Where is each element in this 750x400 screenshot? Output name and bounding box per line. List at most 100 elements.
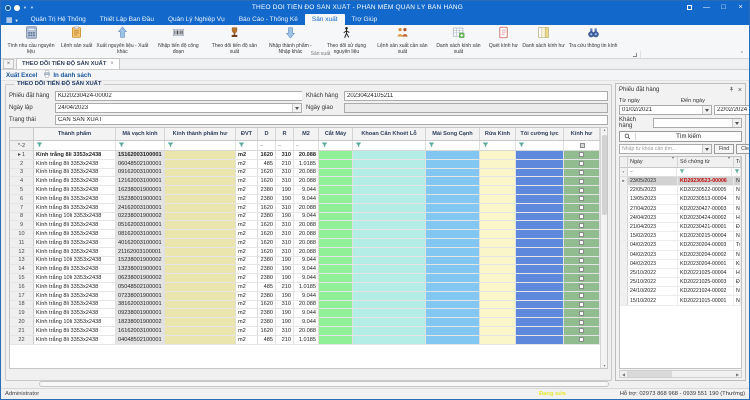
filter-cell-khoan[interactable]: [353, 141, 426, 150]
filter-cell-r[interactable]: –: [276, 141, 294, 150]
broken-glass-list-button[interactable]: Danh sách kính hư: [520, 25, 566, 52]
filter-dropdown-icon[interactable]: [671, 157, 675, 165]
list-item[interactable]: 27/04/2023KD20230427-00003Ngu: [620, 204, 741, 214]
table-row[interactable]: 19 Kính trắng 8li 3353x2438 09238001900001…: [10, 309, 600, 319]
table-row[interactable]: 17 Kính trắng 8li 3353x2438 07238001900001…: [10, 291, 600, 301]
list-item[interactable]: 04/02/2023KD20230204-00001Kh Đ: [620, 259, 741, 269]
filter-cell-mai[interactable]: [426, 141, 480, 150]
broken-glass-checkbox[interactable]: [579, 249, 584, 255]
list-item[interactable]: 04/02/2023KD20230204-00003Tú -: [620, 241, 741, 251]
close-all-tabs-button[interactable]: ×: [3, 59, 14, 69]
column-header-m2[interactable]: M2: [294, 128, 319, 140]
table-row[interactable]: 9 Kính trắng 8li 3353x2438 05162003100001 m…: [10, 221, 600, 231]
table-row[interactable]: 20 Kính trắng 10li 3353x2438 1823800190000…: [10, 318, 600, 327]
list-item[interactable]: 22/05/2023KD20230522-00005Ngu: [620, 186, 741, 196]
table-row[interactable]: 13 Kính trắng 10li 3353x2438 1523800190000…: [10, 256, 600, 266]
column-header-rua[interactable]: Rửa Kính: [480, 128, 516, 140]
broken-glass-checkbox[interactable]: [579, 310, 584, 316]
menu-tab-qu-n-l-nghi-p-v-[interactable]: Quản Lý Nghiệp Vụ: [161, 14, 232, 25]
broken-glass-checkbox[interactable]: [579, 222, 584, 228]
theme-button[interactable]: [681, 1, 698, 14]
table-row[interactable]: 12 Kính trắng 8li 3353x2438 21162003100001…: [10, 247, 600, 257]
ribbon-collapse-icon[interactable]: ^: [741, 51, 743, 57]
table-row[interactable]: 6 Kính trắng 8li 3353x2438 15238001900001 m…: [10, 194, 600, 204]
table-row[interactable]: 3 Kính trắng 8li 3353x2438 09162003100001 m…: [10, 168, 600, 178]
list-item[interactable]: 21/04/2023KD20230421-00001Đinh: [620, 222, 741, 233]
broken-glass-checkbox[interactable]: [579, 284, 584, 290]
list-item[interactable]: 13/05/2023KD20230513-00004Ngu: [620, 195, 741, 205]
filter-cell-rua[interactable]: [480, 141, 516, 150]
find-button[interactable]: Find: [714, 144, 735, 154]
filter-cell-d[interactable]: –: [258, 141, 276, 150]
filter-cell-dvt[interactable]: [236, 141, 258, 150]
broken-glass-checkbox[interactable]: [579, 169, 584, 175]
broken-glass-checkbox[interactable]: [579, 187, 584, 193]
menu-tab-b-o-c-o-th-ng-k-[interactable]: Báo Cáo - Thống Kê: [232, 14, 305, 25]
menu-tab-thi-t-l-p-ban-u[interactable]: Thiết Lập Ban Đầu: [93, 14, 161, 25]
broken-glass-checkbox[interactable]: [579, 213, 584, 219]
panel-customer-input[interactable]: [654, 119, 732, 127]
status-input[interactable]: [56, 116, 607, 124]
filter-checkbox[interactable]: [580, 143, 585, 148]
filter-cell-barcode[interactable]: [116, 141, 165, 150]
quick-access-dropdown-icon[interactable]: ▼: [23, 5, 27, 10]
panel-filter-cell-date[interactable]: –: [628, 168, 678, 176]
minimize-button[interactable]: —: [698, 1, 715, 14]
filter-dropdown-icon[interactable]: [727, 157, 731, 165]
table-row[interactable]: 16 Kính trắng 8li 3353x2438 05048502100001…: [10, 282, 600, 292]
broken-glass-checkbox[interactable]: [579, 240, 584, 246]
panel-horizontal-scrollbar[interactable]: ◀ ▶: [619, 370, 742, 378]
broken-glass-checkbox[interactable]: [579, 319, 584, 325]
broken-glass-checkbox[interactable]: [579, 196, 584, 202]
list-item[interactable]: 15/10/2022KD20221015-00001Ngu: [620, 296, 741, 306]
column-header-toi[interactable]: Tôi cường lực: [516, 128, 564, 140]
panel-customer-dropdown-icon[interactable]: [732, 119, 741, 127]
panel-column-header-doc[interactable]: Số chứng từ: [678, 157, 734, 167]
table-row[interactable]: 14 Kính trắng 8li 3353x2438 13238001900001…: [10, 265, 600, 275]
stage-progress-button[interactable]: Nhập tiến độ công đoạn: [150, 25, 206, 55]
filter-cell-catmay[interactable]: [319, 141, 353, 150]
scan-broken-glass-button[interactable]: Quét kính hư: [486, 25, 520, 52]
glass-production-list-button[interactable]: Danh sách kính sản xuất: [430, 25, 486, 55]
column-header-mai[interactable]: Mài Song Cạnh: [426, 128, 480, 140]
customer-input[interactable]: [345, 92, 607, 100]
document-tab-active[interactable]: THEO DÕI TIẾN ĐỘ SẢN XUẤT ×: [16, 58, 120, 69]
broken-glass-checkbox[interactable]: [579, 161, 584, 167]
close-button[interactable]: ×: [732, 1, 749, 14]
search-button[interactable]: Tìm kiếm: [619, 131, 742, 142]
broken-glass-checkbox[interactable]: [579, 301, 584, 307]
material-usage-button[interactable]: Theo dõi sử dụng nguyên liệu: [318, 25, 374, 55]
broken-glass-checkbox[interactable]: [579, 328, 584, 334]
panel-filter-cell-doc[interactable]: [677, 168, 732, 176]
panel-column-header-name[interactable]: Tên: [734, 157, 741, 167]
table-row[interactable]: 2 Kính trắng 8li 3353x2438 06048502100001 m…: [10, 159, 600, 169]
column-header-damaged[interactable]: Kính thành phẩm hư: [165, 128, 236, 140]
panel-filter-cell-name[interactable]: [732, 168, 741, 176]
from-date-input[interactable]: [620, 106, 702, 114]
scrollbar-thumb[interactable]: [602, 135, 607, 215]
material-demand-button[interactable]: Tính nhu cầu nguyên liệu: [3, 25, 59, 55]
table-row[interactable]: 18 Kính trắng 8li 3353x2438 38162003100001…: [10, 300, 600, 310]
production-order-button[interactable]: Lệnh sản xuất: [59, 25, 94, 52]
list-item[interactable]: 04/02/2023KD20230204-00002Ngu: [620, 250, 741, 260]
broken-glass-checkbox[interactable]: [579, 152, 584, 158]
pin-icon[interactable]: [728, 86, 735, 95]
table-row[interactable]: ▸ 1 Kính trắng 8li 3353x2438 15162003100001…: [10, 151, 600, 160]
list-item[interactable]: 24/10/2022KD20221024-00002Ngu: [620, 287, 741, 297]
filter-cell-damaged[interactable]: [165, 141, 236, 150]
panel-column-header-date[interactable]: Ngày: [628, 157, 678, 167]
date-input[interactable]: [56, 104, 292, 112]
column-header-kinhhu[interactable]: Kính hư: [564, 128, 600, 140]
table-row[interactable]: 8 Kính trắng 10li 3353x2438 02238001900002…: [10, 212, 600, 222]
clear-button[interactable]: Clear: [736, 144, 749, 154]
table-row[interactable]: 4 Kính trắng 8li 3353x2438 12162003100001 m…: [10, 177, 600, 187]
column-header-khoan[interactable]: Khoan Cẩn Khoét Lỗ: [353, 128, 426, 140]
dialog-launcher-icon[interactable]: [633, 53, 637, 57]
list-item[interactable]: 24/04/2023KD20230424-00002HỮU: [620, 213, 741, 223]
grid-vertical-scrollbar[interactable]: ▲ ▼: [600, 128, 607, 368]
table-row[interactable]: 10 Kính trắng 8li 3353x2438 08162003100001…: [10, 230, 600, 239]
maximize-button[interactable]: □: [715, 1, 732, 14]
table-row[interactable]: 21 Kính trắng 8li 3353x2438 16162003100001…: [10, 326, 600, 336]
broken-glass-checkbox[interactable]: [579, 293, 584, 299]
orders-pending-button[interactable]: Lệnh sản xuất cần sản xuất: [374, 25, 430, 55]
